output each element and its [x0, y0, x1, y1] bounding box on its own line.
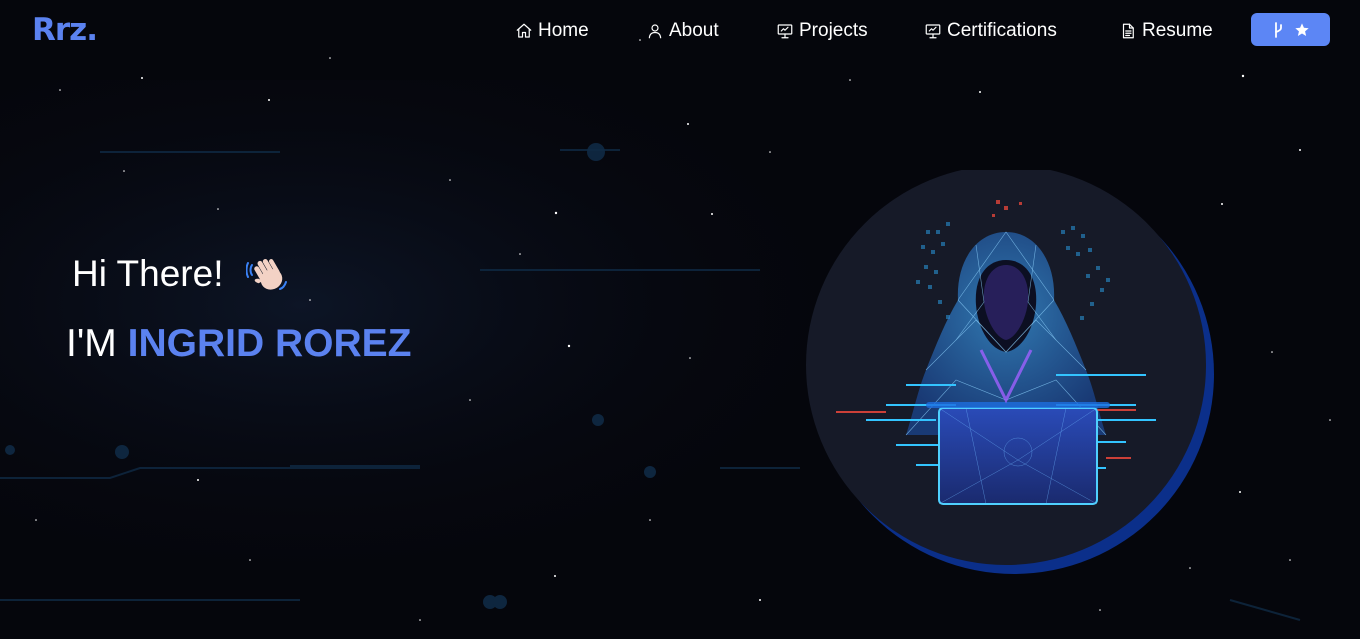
top-navigation: Home About Projects Certifications Resum… — [0, 14, 1360, 48]
github-star-button[interactable] — [1251, 13, 1330, 46]
hero-greeting: Hi There! — [72, 253, 224, 294]
hero-intro: I'M INGRID ROREZ — [66, 322, 411, 366]
hero-intro-prefix: I'M — [66, 322, 128, 365]
nav-item-label: Home — [538, 20, 589, 41]
nav-item-about[interactable]: About — [646, 17, 719, 45]
nav-item-home[interactable]: Home — [515, 17, 589, 45]
avatar-illustration — [806, 165, 1216, 575]
waving-hand-icon — [246, 259, 287, 290]
nav-item-label: Resume — [1142, 20, 1213, 41]
nav-item-projects[interactable]: Projects — [776, 17, 868, 45]
presentation-icon — [925, 24, 941, 39]
presentation-icon — [777, 24, 793, 39]
nav-item-resume[interactable]: Resume — [1119, 17, 1213, 45]
nav-item-label: About — [669, 20, 719, 41]
hero-name: INGRID ROREZ — [127, 322, 412, 365]
user-icon — [648, 24, 662, 39]
nav-item-certifications[interactable]: Certifications — [924, 17, 1057, 45]
home-icon — [516, 23, 532, 38]
star-icon — [1294, 22, 1309, 36]
nav-item-label: Projects — [799, 20, 868, 41]
hooded-hacker-illustration — [806, 165, 1214, 574]
document-icon — [1122, 23, 1134, 39]
git-fork-icon — [1274, 21, 1282, 38]
nav-item-label: Certifications — [947, 20, 1057, 41]
